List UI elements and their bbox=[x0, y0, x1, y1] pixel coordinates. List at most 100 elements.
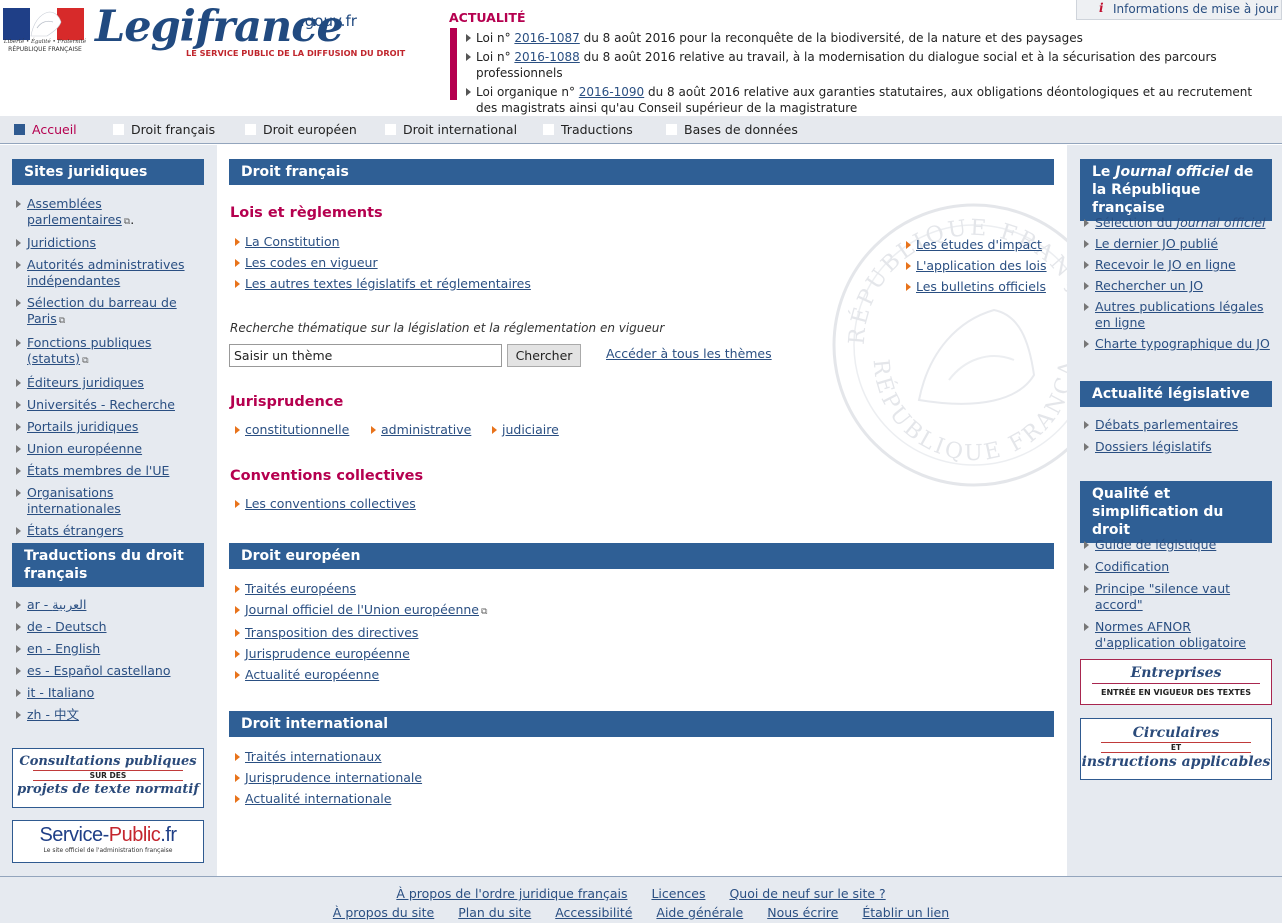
all-themes-link[interactable]: Accéder à tous les thèmes bbox=[606, 346, 772, 361]
nav-square-icon bbox=[245, 124, 256, 135]
actualite-accent-bar bbox=[450, 28, 457, 100]
sidebar-item: Guide de légistique bbox=[1080, 537, 1275, 553]
nav-accueil[interactable]: Accueil bbox=[14, 122, 77, 137]
actualite-link[interactable]: 2016-1090 bbox=[579, 85, 644, 99]
list-item: Journal officiel de l'Union européenne ⧉ bbox=[230, 602, 630, 620]
actualite-link[interactable]: 2016-1088 bbox=[514, 50, 579, 64]
sidebar-item: Dossiers législatifs bbox=[1080, 439, 1275, 455]
list-item: Actualité internationale bbox=[230, 791, 630, 807]
sidebar-item: Juridictions bbox=[12, 235, 207, 251]
footer-link[interactable]: Établir un lien bbox=[862, 905, 949, 920]
list-item: Jurisprudence internationale bbox=[230, 770, 630, 786]
journal-officiel-list: Sélection du Journal officiel Le dernier… bbox=[1080, 215, 1275, 352]
footer-link[interactable]: Accessibilité bbox=[555, 905, 632, 920]
list-item: L'application des lois bbox=[901, 258, 1061, 274]
footer-link[interactable]: Nous écrire bbox=[767, 905, 838, 920]
chercher-button[interactable]: Chercher bbox=[507, 344, 581, 367]
sidebar-item: Fonctions publiques (statuts) ⧉ bbox=[12, 335, 207, 369]
entreprises-banner[interactable]: Entreprises ENTRÉE EN VIGUEUR DES TEXTES bbox=[1080, 659, 1272, 705]
traductions-list: ar - العربية de - Deutsch en - English e… bbox=[12, 597, 207, 723]
footer-link[interactable]: À propos de l'ordre juridique français bbox=[396, 886, 627, 901]
footer-link[interactable]: Quoi de neuf sur le site ? bbox=[729, 886, 885, 901]
jurisprudence-title: Jurisprudence bbox=[230, 394, 344, 410]
sidebar-item: Autres publications légales en ligne bbox=[1080, 299, 1275, 331]
sidebar-item: Principe "silence vaut accord" bbox=[1080, 581, 1275, 613]
droit-international-list: Traités internationaux Jurisprudence int… bbox=[230, 749, 630, 812]
sidebar-item: Portails juridiques bbox=[12, 419, 207, 435]
actualite-legislative-title: Actualité législative bbox=[1080, 381, 1272, 407]
sidebar-item: en - English bbox=[12, 641, 207, 657]
actualite-legislative-list: Débats parlementaires Dossiers législati… bbox=[1080, 417, 1275, 455]
sidebar-item: Sélection du Journal officiel bbox=[1080, 215, 1275, 231]
devise: Liberté • Égalité • Fraternité bbox=[3, 39, 87, 45]
actualite-list: Loi n° 2016-1087 du 8 août 2016 pour la … bbox=[466, 30, 1266, 119]
actualite-item: Loi n° 2016-1087 du 8 août 2016 pour la … bbox=[466, 30, 1266, 46]
actualite-title: ACTUALITÉ bbox=[449, 10, 526, 25]
sidebar-item: Éditeurs juridiques bbox=[12, 375, 207, 391]
circulaires-banner[interactable]: Circulaires ET instructions applicables bbox=[1080, 718, 1272, 780]
list-item: constitutionnelle bbox=[230, 422, 380, 438]
qualite-simplification-title: Qualité et simplification du droit bbox=[1080, 481, 1272, 543]
nav-droit-europeen[interactable]: Droit européen bbox=[245, 122, 357, 137]
nav-square-icon bbox=[113, 124, 124, 135]
search-label: Recherche thématique sur la législation … bbox=[230, 321, 665, 335]
footer-link[interactable]: Plan du site bbox=[458, 905, 531, 920]
site-header: Liberté • Égalité • Fraternité RÉPUBLIQU… bbox=[0, 0, 1282, 116]
info-icon: i bbox=[1099, 1, 1104, 15]
list-item: Transposition des directives bbox=[230, 625, 630, 641]
nav-droit-francais[interactable]: Droit français bbox=[113, 122, 215, 137]
footer-link[interactable]: À propos du site bbox=[333, 905, 434, 920]
service-public-banner[interactable]: Service-Public.fr Le site officiel de l'… bbox=[12, 820, 204, 863]
sidebar-item: de - Deutsch bbox=[12, 619, 207, 635]
nav-droit-international[interactable]: Droit international bbox=[385, 122, 517, 137]
external-link-icon: ⧉ bbox=[58, 316, 66, 326]
footer-link[interactable]: Aide générale bbox=[656, 905, 743, 920]
list-item: Les autres textes législatifs et régleme… bbox=[230, 276, 730, 292]
site-footer: À propos de l'ordre juridique français L… bbox=[0, 876, 1282, 923]
juris-list-2: administrative bbox=[366, 422, 486, 443]
theme-search-input[interactable] bbox=[229, 344, 502, 367]
sidebar-item: it - Italiano bbox=[12, 685, 207, 701]
list-item: administrative bbox=[366, 422, 486, 438]
sidebar-item: Autorités administratives indépendantes bbox=[12, 257, 207, 289]
nav-square-icon bbox=[385, 124, 396, 135]
main-nav: Accueil Droit français Droit européen Dr… bbox=[0, 116, 1282, 144]
conventions-list: Les conventions collectives bbox=[230, 496, 530, 517]
list-item: Les conventions collectives bbox=[230, 496, 530, 512]
lois-reglements-title: Lois et règlements bbox=[230, 205, 383, 221]
logo-domain: .gouv.fr bbox=[300, 12, 357, 30]
sidebar-item: Normes AFNOR d'application obligatoire bbox=[1080, 619, 1275, 651]
juris-list-3: judiciaire bbox=[487, 422, 587, 443]
lois-list: La Constitution Les codes en vigueur Les… bbox=[230, 234, 730, 297]
list-item: Les codes en vigueur bbox=[230, 255, 730, 271]
footer-row-1: À propos de l'ordre juridique français L… bbox=[0, 886, 1282, 901]
left-sidebar: Sites juridiques Assemblées parlementair… bbox=[0, 145, 217, 876]
consultations-publiques-banner[interactable]: Consultations publiques SUR DES projets … bbox=[12, 748, 204, 808]
sidebar-item: Organisations internationales bbox=[12, 485, 207, 517]
external-link-icon: ⧉ bbox=[123, 217, 131, 227]
sites-juridiques-list: Assemblées parlementaires ⧉. Juridictions… bbox=[12, 196, 207, 539]
droit-europeen-list: Traités européens Journal officiel de l'… bbox=[230, 581, 630, 688]
footer-link[interactable]: Licences bbox=[651, 886, 705, 901]
list-item: Traités internationaux bbox=[230, 749, 630, 765]
list-item: Les études d'impact bbox=[901, 237, 1061, 253]
conventions-title: Conventions collectives bbox=[230, 468, 424, 484]
list-item: Actualité européenne bbox=[230, 667, 630, 683]
nav-square-icon bbox=[666, 124, 677, 135]
nav-traductions[interactable]: Traductions bbox=[543, 122, 633, 137]
sidebar-item: Rechercher un JO bbox=[1080, 278, 1275, 294]
droit-international-title: Droit international bbox=[229, 711, 1054, 737]
actualite-link[interactable]: 2016-1087 bbox=[514, 31, 579, 45]
sidebar-item: es - Español castellano bbox=[12, 663, 207, 679]
nav-square-icon bbox=[543, 124, 554, 135]
list-item: judiciaire bbox=[487, 422, 587, 438]
info-mise-a-jour-button[interactable]: i Informations de mise à jour bbox=[1076, 0, 1282, 20]
main-content: RÉPUBLIQUE FRANÇAISE RÉPUBLIQUE FRANÇAIS… bbox=[217, 145, 1116, 876]
traductions-title: Traductions du droit français bbox=[12, 543, 204, 587]
actualite-item: Loi organique n° 2016-1090 du 8 août 201… bbox=[466, 84, 1266, 116]
footer-row-2: À propos du site Plan du site Accessibil… bbox=[0, 905, 1282, 920]
sidebar-item: États étrangers bbox=[12, 523, 207, 539]
republique-francaise-text: Liberté • Égalité • Fraternité RÉPUBLIQU… bbox=[3, 38, 87, 54]
nav-bases-de-donnees[interactable]: Bases de données bbox=[666, 122, 798, 137]
journal-officiel-title: Le Journal officiel de la République fra… bbox=[1080, 159, 1272, 221]
